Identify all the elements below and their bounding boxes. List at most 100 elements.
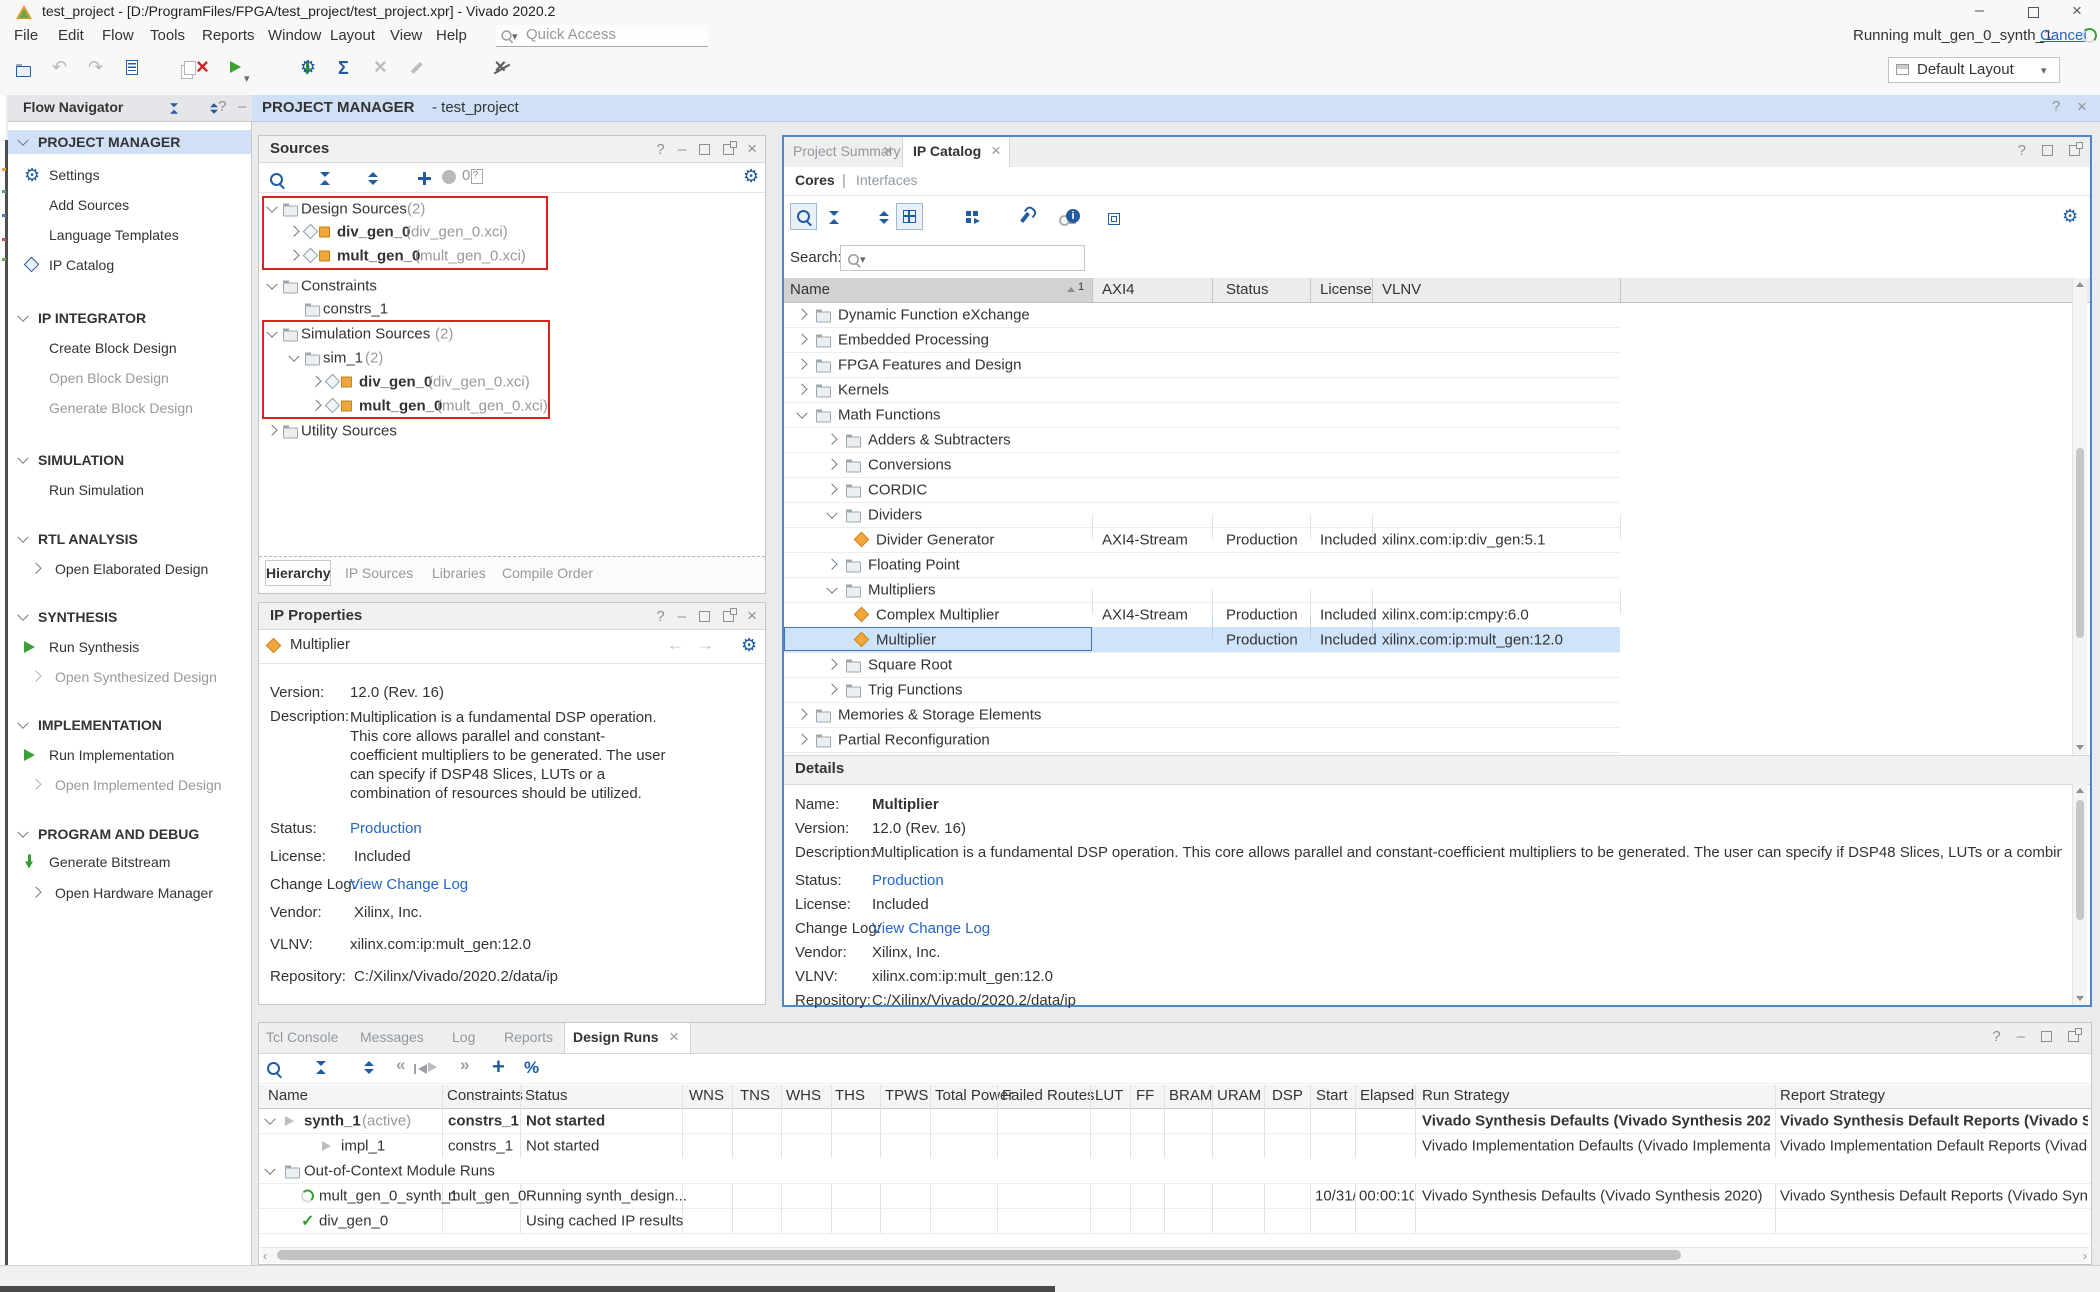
scrollbar-thumb[interactable] bbox=[2076, 448, 2084, 638]
minimize-button[interactable]: – bbox=[1975, 2, 1984, 20]
tab-tcl-console[interactable]: Tcl Console bbox=[266, 1029, 338, 1045]
sidebar-item-open-hardware-manager[interactable]: Open Hardware Manager bbox=[8, 881, 251, 905]
chevron-down-icon[interactable] bbox=[264, 1113, 275, 1124]
run-row-mult-gen-0-synth-1[interactable]: mult_gen_0_synth_1 mult_gen_0 Running sy… bbox=[259, 1183, 2091, 1209]
tree-item-div-gen-0[interactable]: div_gen_0 (div_gen_0.xci) bbox=[259, 220, 765, 243]
add-sources-icon[interactable] bbox=[418, 172, 431, 185]
col-uram[interactable]: URAM bbox=[1217, 1087, 1261, 1104]
menu-file[interactable]: File bbox=[14, 27, 38, 44]
create-run-icon[interactable] bbox=[492, 1056, 505, 1078]
col-ff[interactable]: FF bbox=[1136, 1087, 1154, 1104]
catalog-row-adders-subtracters[interactable]: Adders & Subtracters bbox=[784, 427, 1620, 453]
help-icon[interactable] bbox=[2018, 142, 2026, 159]
chevron-right-icon[interactable] bbox=[288, 225, 299, 236]
tab-messages[interactable]: Messages bbox=[360, 1029, 424, 1045]
customize-wrench-icon[interactable] bbox=[1020, 212, 1030, 223]
view-change-log-link[interactable]: View Change Log bbox=[872, 920, 990, 937]
undo-button[interactable] bbox=[52, 57, 67, 78]
play-icon[interactable] bbox=[428, 1062, 437, 1072]
col-elapsed[interactable]: Elapsed bbox=[1360, 1087, 1414, 1104]
scroll-up-icon[interactable] bbox=[2076, 788, 2084, 793]
percent-icon[interactable] bbox=[524, 1058, 539, 1078]
run-row-impl-1[interactable]: impl_1 constrs_1 Not started Vivado Impl… bbox=[259, 1133, 2091, 1159]
catalog-row-multipliers[interactable]: Multipliers bbox=[784, 577, 1620, 603]
sidebar-item-settings[interactable]: Settings bbox=[8, 163, 251, 187]
col-report-strategy[interactable]: Report Strategy bbox=[1780, 1087, 1885, 1104]
collapse-all-icon[interactable] bbox=[315, 1061, 327, 1074]
catalog-row-conversions[interactable]: Conversions bbox=[784, 452, 1620, 478]
menu-edit[interactable]: Edit bbox=[58, 27, 84, 44]
scroll-down-icon[interactable] bbox=[2076, 745, 2084, 750]
scroll-right-icon[interactable]: › bbox=[2083, 1249, 2087, 1263]
sidebar-section-simulation[interactable]: SIMULATION bbox=[8, 448, 251, 472]
column-name[interactable]: Name1 bbox=[784, 278, 1092, 302]
catalog-row-trig-functions[interactable]: Trig Functions bbox=[784, 677, 1620, 703]
tree-item-design-sources[interactable]: Design Sources (2) bbox=[259, 197, 765, 220]
catalog-row-dividers[interactable]: Dividers bbox=[784, 502, 1620, 528]
scroll-up-icon[interactable] bbox=[2076, 282, 2084, 287]
search-icon[interactable] bbox=[267, 1062, 280, 1075]
sidebar-item-add-sources[interactable]: Add Sources bbox=[8, 193, 251, 217]
expand-all-icon[interactable] bbox=[363, 1061, 375, 1074]
catalog-row-embedded-processing[interactable]: Embedded Processing bbox=[784, 327, 1620, 353]
tree-item-simulation-sources[interactable]: Simulation Sources (2) bbox=[259, 322, 765, 345]
col-constraints[interactable]: Constraints bbox=[447, 1087, 523, 1104]
chevron-down-icon[interactable] bbox=[288, 350, 299, 361]
menu-reports[interactable]: Reports bbox=[202, 27, 255, 44]
tree-item-constraints[interactable]: Constraints bbox=[259, 274, 765, 297]
sidebar-section-rtl-analysis[interactable]: RTL ANALYSIS bbox=[8, 527, 251, 551]
close-icon[interactable] bbox=[991, 141, 1001, 161]
column-license[interactable]: License bbox=[1320, 281, 1372, 298]
col-start[interactable]: Start bbox=[1316, 1087, 1348, 1104]
close-icon[interactable] bbox=[2077, 97, 2087, 117]
sidebar-item-create-block-design[interactable]: Create Block Design bbox=[8, 336, 251, 360]
run-row-div-gen-0[interactable]: div_gen_0 Using cached IP results bbox=[259, 1208, 2091, 1234]
catalog-row-cordic[interactable]: CORDIC bbox=[784, 477, 1620, 503]
chevron-down-icon[interactable] bbox=[264, 1163, 275, 1174]
settings-gear-icon[interactable] bbox=[743, 167, 759, 186]
col-status[interactable]: Status bbox=[525, 1087, 568, 1104]
delete-button[interactable] bbox=[196, 56, 209, 78]
info-icon[interactable] bbox=[1066, 209, 1080, 223]
scroll-down-icon[interactable] bbox=[2076, 996, 2084, 1001]
catalog-search-input[interactable] bbox=[840, 245, 1085, 271]
help-icon[interactable] bbox=[656, 608, 664, 625]
col-failed-routes[interactable]: Failed Routes bbox=[1002, 1087, 1095, 1104]
subtab-cores[interactable]: Cores bbox=[795, 172, 835, 188]
chevron-right-icon[interactable] bbox=[310, 375, 321, 386]
ip-properties-header[interactable]: IP Properties bbox=[259, 603, 765, 630]
sidebar-section-project-manager[interactable]: PROJECT MANAGER bbox=[8, 130, 251, 154]
menu-flow[interactable]: Flow bbox=[102, 27, 134, 44]
close-icon[interactable] bbox=[747, 139, 757, 159]
redo-button[interactable] bbox=[88, 57, 103, 78]
layout-selector[interactable]: Default Layout bbox=[1888, 57, 2060, 83]
minimize-panel-icon[interactable] bbox=[238, 98, 246, 115]
tab-log[interactable]: Log bbox=[452, 1029, 475, 1045]
sidebar-section-program-and-debug[interactable]: PROGRAM AND DEBUG bbox=[8, 822, 251, 846]
maximize-icon[interactable] bbox=[2042, 145, 2053, 156]
chevron-down-icon[interactable] bbox=[266, 201, 277, 212]
help-icon[interactable] bbox=[2052, 98, 2060, 115]
horizontal-scrollbar[interactable]: ‹ › bbox=[261, 1247, 2089, 1263]
catalog-row-complex-multiplier[interactable]: Complex Multiplier AXI4-Stream Productio… bbox=[784, 602, 1620, 628]
collapse-all-icon[interactable] bbox=[828, 211, 840, 224]
chevron-right-icon[interactable] bbox=[288, 249, 299, 260]
tab-reports[interactable]: Reports bbox=[504, 1029, 553, 1045]
run-row-synth-1[interactable]: synth_1 (active) constrs_1 Not started V… bbox=[259, 1108, 2091, 1134]
report-summary-button[interactable] bbox=[338, 58, 349, 79]
catalog-row-square-root[interactable]: Square Root bbox=[784, 652, 1620, 678]
close-button[interactable]: × bbox=[2072, 1, 2082, 21]
sidebar-item-language-templates[interactable]: Language Templates bbox=[8, 223, 251, 247]
tab-project-summary[interactable]: Project Summary bbox=[784, 137, 903, 167]
chevron-down-icon[interactable] bbox=[17, 135, 28, 146]
tree-item-constrs-1[interactable]: constrs_1 bbox=[259, 297, 765, 320]
tree-item-utility-sources[interactable]: Utility Sources bbox=[259, 419, 765, 442]
catalog-row-multiplier-selected[interactable]: Multiplier Production Included xilinx.co… bbox=[784, 627, 1620, 653]
tab-design-runs[interactable]: Design Runs bbox=[564, 1023, 691, 1053]
open-project-button[interactable] bbox=[16, 66, 31, 77]
scrollbar-thumb[interactable] bbox=[2076, 800, 2084, 920]
chevron-down-icon[interactable] bbox=[266, 278, 277, 289]
chevron-right-icon[interactable] bbox=[310, 399, 321, 410]
sidebar-item-run-simulation[interactable]: Run Simulation bbox=[8, 478, 251, 502]
status-link[interactable]: Production bbox=[350, 820, 422, 837]
